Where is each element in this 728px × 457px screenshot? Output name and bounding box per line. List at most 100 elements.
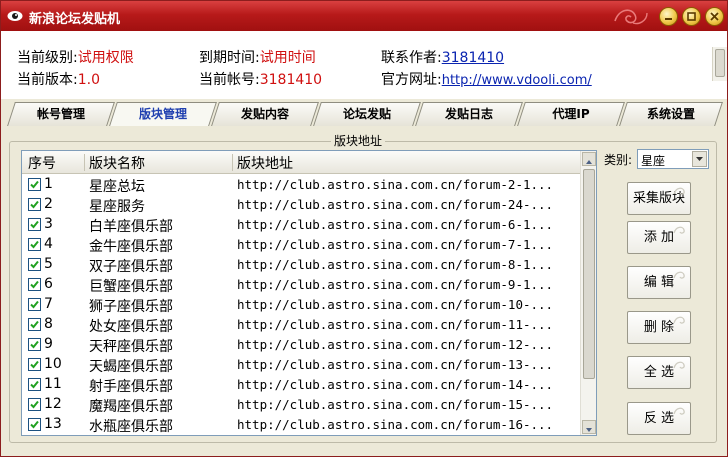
account-value: 3181410 — [259, 72, 323, 88]
version-line: 当前版本:1.0 — [17, 69, 100, 89]
row-checkbox[interactable] — [28, 258, 41, 271]
arrow-up-icon — [586, 160, 592, 164]
tab-settings[interactable]: 系统设置 — [619, 102, 723, 126]
table-row[interactable]: 13 水瓶座俱乐部 http://club.astro.sina.com.cn/fo… — [22, 415, 582, 435]
column-header-url[interactable]: 版块地址 — [237, 153, 293, 173]
table-row[interactable]: 3 白羊座俱乐部 http://club.astro.sina.com.cn/for… — [22, 215, 582, 235]
table-row[interactable]: 1 星座总坛 http://club.astro.sina.com.cn/forum… — [22, 175, 582, 195]
row-name: 天秤座俱乐部 — [89, 339, 173, 355]
check-icon — [30, 280, 39, 289]
info-panel: 当前级别:试用权限 当前版本:1.0 到期时间:试用时间 当前帐号:318141… — [1, 31, 727, 99]
check-icon — [30, 380, 39, 389]
row-checkbox[interactable] — [28, 318, 41, 331]
row-checkbox[interactable] — [28, 298, 41, 311]
category-select[interactable]: 星座 — [637, 149, 709, 169]
column-divider[interactable] — [232, 154, 233, 171]
decorative-swirl-icon — [673, 226, 685, 234]
row-checkbox[interactable] — [28, 358, 41, 371]
column-header-name[interactable]: 版块名称 — [89, 153, 145, 173]
tab-strip: 帐号管理 版块管理 发贴内容 论坛发贴 发贴日志 代理IP 系统设置 — [5, 102, 725, 126]
table-row[interactable]: 8 处女座俱乐部 http://club.astro.sina.com.cn/for… — [22, 315, 582, 335]
tab-board[interactable]: 版块管理 — [109, 102, 217, 126]
account-line: 当前帐号:3181410 — [199, 69, 322, 89]
row-checkbox[interactable] — [28, 398, 41, 411]
title-bar[interactable]: 新浪论坛发贴机 — [1, 1, 727, 31]
tab-log[interactable]: 发贴日志 — [415, 102, 523, 126]
info-scrollbar[interactable] — [712, 47, 727, 81]
scroll-down-button[interactable] — [582, 420, 596, 434]
version-value: 1.0 — [77, 72, 100, 88]
table-row[interactable]: 2 星座服务 http://club.astro.sina.com.cn/forum… — [22, 195, 582, 215]
row-checkbox[interactable] — [28, 338, 41, 351]
row-checkbox[interactable] — [28, 418, 41, 431]
row-id: 3 — [44, 216, 53, 232]
expire-line: 到期时间:试用时间 — [199, 47, 316, 67]
site-link[interactable]: http://www.vdooli.com/ — [442, 73, 592, 88]
add-button[interactable]: 添 加 — [627, 221, 691, 254]
account-label: 当前帐号: — [199, 72, 260, 88]
table-row[interactable]: 4 金牛座俱乐部 http://club.astro.sina.com.cn/for… — [22, 235, 582, 255]
delete-button[interactable]: 删 除 — [627, 311, 691, 344]
scroll-up-button[interactable] — [582, 152, 596, 166]
row-checkbox[interactable] — [28, 238, 41, 251]
row-url: http://club.astro.sina.com.cn/forum-10-.… — [237, 297, 554, 312]
level-line: 当前级别:试用权限 — [17, 47, 134, 67]
check-icon — [30, 260, 39, 269]
tab-content[interactable]: 发贴内容 — [211, 102, 319, 126]
row-checkbox[interactable] — [28, 378, 41, 391]
close-button[interactable] — [705, 7, 724, 26]
contact-link[interactable]: 3181410 — [442, 50, 504, 66]
row-id: 8 — [44, 316, 53, 332]
row-name: 白羊座俱乐部 — [89, 219, 173, 235]
close-icon — [710, 12, 719, 21]
minimize-button[interactable] — [659, 7, 678, 26]
level-value: 试用权限 — [77, 50, 134, 66]
row-checkbox[interactable] — [28, 218, 41, 231]
collect-board-button[interactable]: 采集版块 — [627, 182, 691, 215]
table-scrollbar[interactable] — [580, 151, 596, 435]
board-table[interactable]: 序号 版块名称 版块地址 1 星座总坛 http://club.astro.sina… — [21, 150, 597, 436]
table-row[interactable]: 10 天蝎座俱乐部 http://club.astro.sina.com.cn/fo… — [22, 355, 582, 375]
row-checkbox[interactable] — [28, 178, 41, 191]
column-divider[interactable] — [84, 154, 85, 171]
chevron-down-icon — [696, 157, 703, 161]
row-url: http://club.astro.sina.com.cn/forum-13-.… — [237, 357, 554, 372]
tab-post[interactable]: 论坛发贴 — [313, 102, 421, 126]
maximize-icon — [687, 12, 696, 21]
row-name: 金牛座俱乐部 — [89, 239, 173, 255]
table-row[interactable]: 7 狮子座俱乐部 http://club.astro.sina.com.cn/for… — [22, 295, 582, 315]
decorative-swirl-icon — [673, 361, 685, 369]
tab-proxy[interactable]: 代理IP — [517, 102, 625, 126]
table-row[interactable]: 9 天秤座俱乐部 http://club.astro.sina.com.cn/for… — [22, 335, 582, 355]
row-url: http://club.astro.sina.com.cn/forum-7-1.… — [237, 237, 554, 252]
row-checkbox[interactable] — [28, 278, 41, 291]
select-all-button[interactable]: 全 选 — [627, 356, 691, 389]
window-title: 新浪论坛发贴机 — [29, 12, 121, 27]
check-icon — [30, 400, 39, 409]
decorative-swirl-icon — [673, 271, 685, 279]
maximize-button[interactable] — [682, 7, 701, 26]
row-name: 水瓶座俱乐部 — [89, 419, 173, 435]
row-name: 星座总坛 — [89, 179, 145, 195]
row-name: 双子座俱乐部 — [89, 259, 173, 275]
table-row[interactable]: 5 双子座俱乐部 http://club.astro.sina.com.cn/for… — [22, 255, 582, 275]
tab-account[interactable]: 帐号管理 — [7, 102, 115, 126]
site-label: 官方网址: — [381, 72, 442, 88]
row-url: http://club.astro.sina.com.cn/forum-24-.… — [237, 197, 554, 212]
category-dropdown-button[interactable] — [692, 151, 707, 167]
invert-selection-button[interactable]: 反 选 — [627, 402, 691, 435]
decorative-swirl-icon — [673, 187, 685, 195]
row-id: 2 — [44, 196, 53, 212]
check-icon — [30, 320, 39, 329]
row-id: 5 — [44, 256, 53, 272]
column-header-id[interactable]: 序号 — [28, 153, 56, 173]
row-name: 处女座俱乐部 — [89, 319, 173, 335]
table-row[interactable]: 12 魔羯座俱乐部 http://club.astro.sina.com.cn/fo… — [22, 395, 582, 415]
table-row[interactable]: 6 巨蟹座俱乐部 http://club.astro.sina.com.cn/for… — [22, 275, 582, 295]
edit-button[interactable]: 编 辑 — [627, 266, 691, 299]
row-checkbox[interactable] — [28, 198, 41, 211]
table-row[interactable]: 11 射手座俱乐部 http://club.astro.sina.com.cn/fo… — [22, 375, 582, 395]
info-scroll-thumb[interactable] — [715, 49, 725, 77]
table-scroll-thumb[interactable] — [583, 169, 595, 379]
row-name: 天蝎座俱乐部 — [89, 359, 173, 375]
